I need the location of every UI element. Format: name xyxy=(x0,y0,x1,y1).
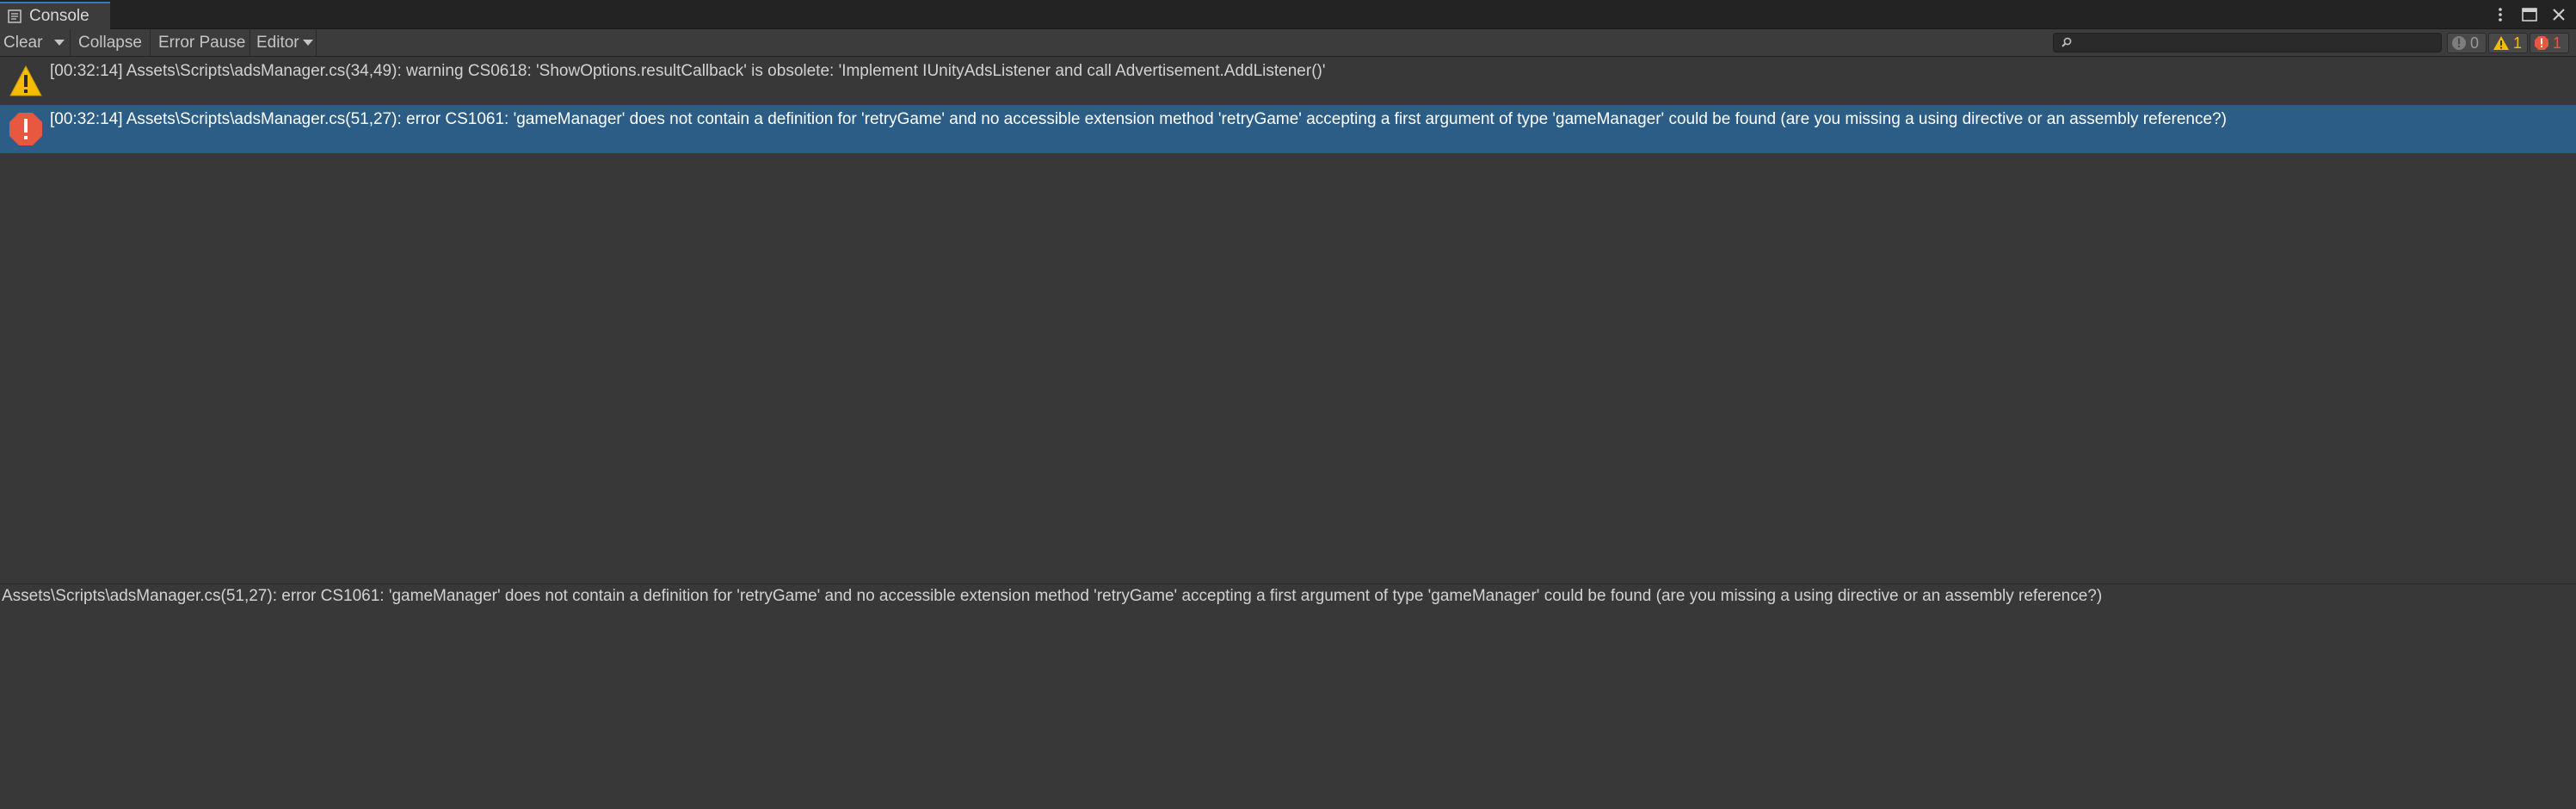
error-icon xyxy=(9,113,42,145)
error-count-toggle[interactable]: 1 xyxy=(2530,33,2569,53)
chevron-down-icon xyxy=(303,40,313,46)
log-entry-warning[interactable]: [00:32:14] Assets\Scripts\adsManager.cs(… xyxy=(0,57,2576,105)
warning-icon xyxy=(9,65,42,96)
tab-title: Console xyxy=(29,7,89,25)
log-detail-pane[interactable]: Assets\Scripts\adsManager.cs(51,27): err… xyxy=(0,584,2576,809)
window-tab-bar: Console xyxy=(0,0,2576,29)
error-icon xyxy=(2535,36,2548,50)
log-entry-error[interactable]: [00:32:14] Assets\Scripts\adsManager.cs(… xyxy=(0,105,2576,153)
detail-message: Assets\Scripts\adsManager.cs(51,27): err… xyxy=(2,587,2103,605)
warning-icon xyxy=(2493,36,2509,50)
maximize-icon[interactable] xyxy=(2521,6,2538,23)
editor-dropdown[interactable]: Editor xyxy=(251,29,317,56)
info-count-toggle[interactable]: 0 xyxy=(2447,33,2487,53)
editor-label: Editor xyxy=(256,33,299,52)
collapse-button[interactable]: Collapse xyxy=(71,29,151,56)
warning-count-toggle[interactable]: 1 xyxy=(2488,33,2528,53)
console-toolbar: Clear Collapse Error Pause Editor 0 1 1 xyxy=(0,29,2576,57)
chevron-down-icon[interactable] xyxy=(54,40,65,46)
console-icon xyxy=(8,9,22,23)
console-tab[interactable]: Console xyxy=(0,2,110,29)
warning-count: 1 xyxy=(2513,34,2523,52)
collapse-label: Collapse xyxy=(78,33,142,52)
close-icon[interactable] xyxy=(2550,6,2567,23)
log-message: [00:32:14] Assets\Scripts\adsManager.cs(… xyxy=(50,62,1326,80)
clear-button[interactable]: Clear xyxy=(0,29,71,56)
info-count: 0 xyxy=(2470,34,2480,52)
log-message: [00:32:14] Assets\Scripts\adsManager.cs(… xyxy=(50,110,2227,128)
info-icon xyxy=(2452,36,2466,50)
error-count: 1 xyxy=(2553,34,2562,52)
clear-label: Clear xyxy=(3,33,43,52)
kebab-menu-icon[interactable] xyxy=(2492,6,2509,23)
search-icon xyxy=(2061,37,2072,47)
error-pause-label: Error Pause xyxy=(158,33,246,52)
error-pause-button[interactable]: Error Pause xyxy=(151,29,250,56)
search-input[interactable] xyxy=(2053,33,2442,52)
log-list[interactable]: [00:32:14] Assets\Scripts\adsManager.cs(… xyxy=(0,57,2576,584)
